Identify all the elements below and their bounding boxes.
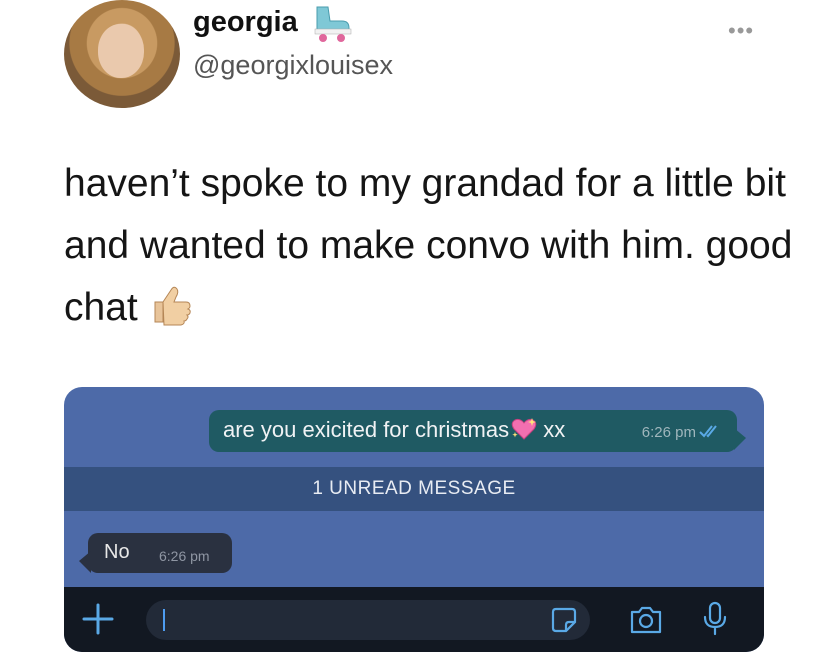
avatar[interactable]	[64, 0, 180, 108]
microphone-icon[interactable]	[701, 601, 729, 637]
outgoing-message[interactable]: are you exicited for christmas xx 6:26 p…	[209, 410, 746, 452]
camera-icon[interactable]	[629, 604, 663, 636]
roller-skate-icon	[314, 6, 352, 42]
username-handle[interactable]: @georgixlouisex	[193, 50, 393, 81]
thumbs-up-icon	[154, 286, 191, 326]
display-name[interactable]: georgia	[193, 6, 298, 39]
tweet-text: haven’t spoke to my grandad for a little…	[64, 153, 804, 339]
unread-banner: 1 UNREAD MESSAGE	[64, 467, 764, 511]
outgoing-meta: 6:26 pm	[642, 424, 721, 441]
message-input-bar	[64, 587, 764, 652]
double-check-icon	[699, 425, 717, 438]
sparkling-heart-icon	[511, 418, 537, 440]
chat-window: are you exicited for christmas xx 6:26 p…	[64, 387, 764, 652]
incoming-message[interactable]: No 6:26 pm	[79, 533, 232, 573]
sticker-icon[interactable]	[551, 607, 577, 633]
text-cursor	[163, 609, 165, 631]
outgoing-message-text: are you exicited for christmas xx	[223, 417, 565, 443]
message-input[interactable]	[146, 600, 590, 640]
outgoing-text: are you exicited for christmas	[223, 417, 510, 442]
more-icon[interactable]: •••	[728, 18, 754, 44]
incoming-time: 6:26 pm	[159, 548, 210, 564]
outgoing-time: 6:26 pm	[641, 424, 696, 441]
outgoing-suffix: xx	[543, 417, 566, 442]
incoming-text: No	[104, 541, 130, 563]
plus-icon[interactable]	[81, 602, 115, 636]
